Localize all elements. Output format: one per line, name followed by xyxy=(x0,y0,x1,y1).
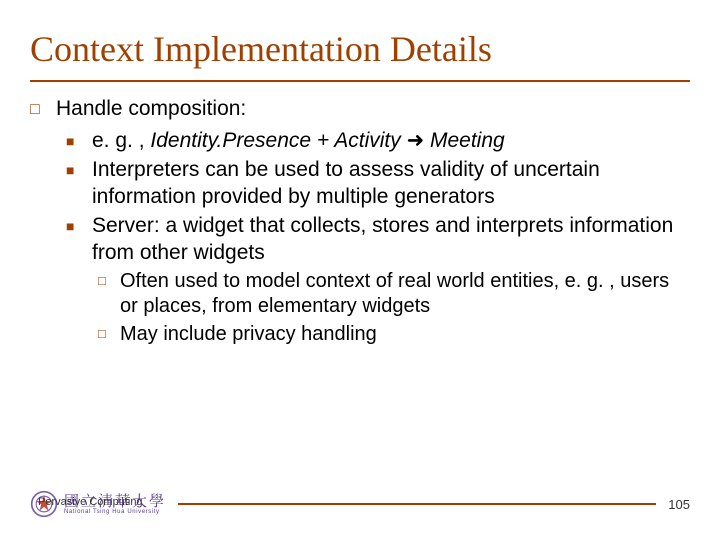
content-area: □ Handle composition: ■ e. g. , Identity… xyxy=(0,96,720,348)
italic-phrase-1: Identity.Presence + Activity xyxy=(150,129,400,152)
bullet-text: Handle composition: xyxy=(56,96,690,123)
footer: 國立清華大學 National Tsing Hua University 105… xyxy=(30,490,690,518)
level3-list: □ Often used to model context of real wo… xyxy=(98,269,690,348)
eg-prefix: e. g. , xyxy=(92,129,150,152)
square-open-bullet-icon: □ xyxy=(30,96,56,123)
footer-divider xyxy=(178,503,656,505)
square-bullet-icon: ■ xyxy=(66,213,92,267)
square-open-bullet-icon: □ xyxy=(98,322,120,348)
bullet-level2: ■ Interpreters can be used to assess val… xyxy=(66,157,690,211)
bullet-level3: □ May include privacy handling xyxy=(98,322,690,348)
square-open-bullet-icon: □ xyxy=(98,269,120,320)
arrow-icon: ➜ xyxy=(401,129,430,152)
bullet-text: Often used to model context of real worl… xyxy=(120,269,690,320)
slide: Context Implementation Details □ Handle … xyxy=(0,0,720,540)
bullet-text: Server: a widget that collects, stores a… xyxy=(92,213,690,267)
university-name-en: National Tsing Hua University xyxy=(64,509,166,515)
square-bullet-icon: ■ xyxy=(66,157,92,211)
italic-phrase-2: Meeting xyxy=(430,129,505,152)
page-number: 105 xyxy=(668,497,690,512)
bullet-level2: ■ Server: a widget that collects, stores… xyxy=(66,213,690,267)
footer-label: Pervasive Computing xyxy=(38,496,143,508)
title-divider xyxy=(30,80,690,82)
bullet-level1: □ Handle composition: xyxy=(30,96,690,123)
square-bullet-icon: ■ xyxy=(66,128,92,155)
slide-title: Context Implementation Details xyxy=(0,0,720,76)
bullet-level3: □ Often used to model context of real wo… xyxy=(98,269,690,320)
bullet-text: May include privacy handling xyxy=(120,322,690,348)
bullet-level2: ■ e. g. , Identity.Presence + Activity ➜… xyxy=(66,128,690,155)
level2-list: ■ e. g. , Identity.Presence + Activity ➜… xyxy=(66,128,690,347)
bullet-text: e. g. , Identity.Presence + Activity ➜ M… xyxy=(92,128,690,155)
bullet-text: Interpreters can be used to assess valid… xyxy=(92,157,690,211)
